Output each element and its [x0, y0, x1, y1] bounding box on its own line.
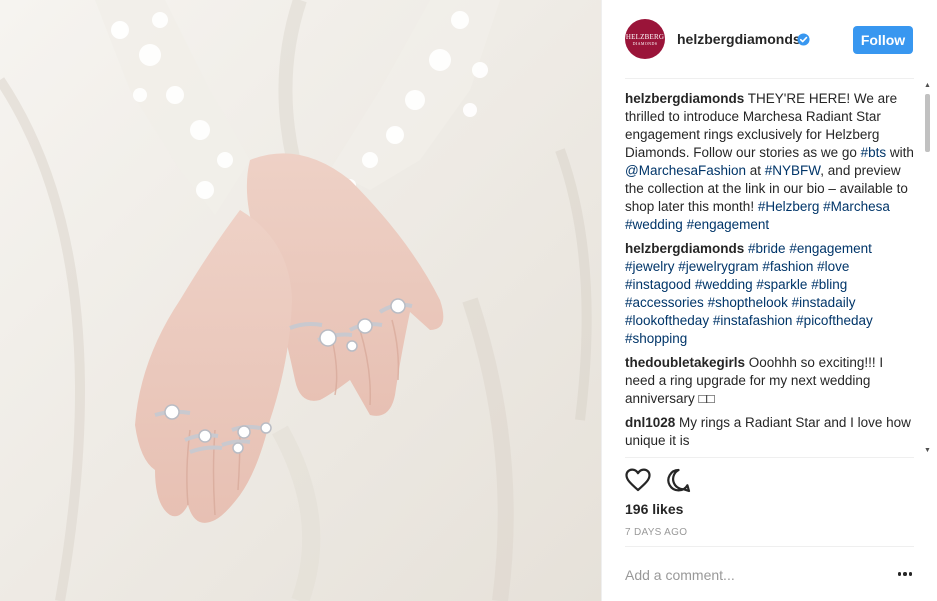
- comment-item: thedoubletakegirls Ooohhh so exciting!!!…: [625, 354, 914, 408]
- hashtag-link[interactable]: #accessories: [625, 295, 704, 310]
- scroll-up-arrow-icon[interactable]: ▲: [922, 80, 933, 90]
- likes-count[interactable]: 196 likes: [625, 501, 683, 517]
- comment-item: dnl1028 My rings a Radiant Star and I lo…: [625, 414, 914, 450]
- hashtag-link[interactable]: #wedding: [625, 217, 683, 232]
- hashtag-link[interactable]: #shopthelook: [708, 295, 788, 310]
- add-comment-input[interactable]: [625, 566, 875, 584]
- post-actions: [625, 467, 725, 495]
- scroll-down-arrow-icon[interactable]: ▼: [922, 445, 933, 455]
- post-timestamp[interactable]: 7 DAYS AGO: [625, 527, 687, 538]
- scrollbar-thumb[interactable]: [925, 94, 930, 152]
- instagram-post: HELZBERG DIAMONDS helzbergdiamonds Follo…: [0, 0, 937, 601]
- post-sidebar: HELZBERG DIAMONDS helzbergdiamonds Follo…: [601, 0, 937, 601]
- hashtag-link[interactable]: #lookoftheday: [625, 313, 709, 328]
- avatar-logo-line1: HELZBERG: [625, 32, 665, 41]
- hashtag-link[interactable]: #instafashion: [713, 313, 793, 328]
- hashtag-link[interactable]: #Marchesa: [823, 199, 890, 214]
- comment-item: helzbergdiamonds #bride #engagement #jew…: [625, 240, 914, 348]
- avatar-logo-line2: DIAMONDS: [632, 40, 658, 46]
- comment-username[interactable]: dnl1028: [625, 415, 675, 430]
- comment-icon[interactable]: [666, 468, 691, 493]
- post-photo-illustration: [0, 0, 601, 601]
- follow-button[interactable]: Follow: [853, 26, 913, 54]
- post-photo[interactable]: [0, 0, 601, 601]
- hashtag-link[interactable]: #instadaily: [792, 295, 856, 310]
- comment-username[interactable]: thedoubletakegirls: [625, 355, 745, 370]
- hashtag-link[interactable]: #love: [817, 259, 849, 274]
- comment-item: helzbergdiamonds THEY'RE HERE! We are th…: [625, 90, 914, 234]
- hashtag-link[interactable]: #shopping: [625, 331, 687, 346]
- actions-divider: [625, 546, 914, 547]
- hashtag-link[interactable]: #NYBFW: [765, 163, 821, 178]
- comments-list[interactable]: helzbergdiamonds THEY'RE HERE! We are th…: [625, 90, 914, 453]
- heart-icon[interactable]: [625, 468, 651, 492]
- hashtag-link[interactable]: #bling: [811, 277, 847, 292]
- comment-text: at: [746, 163, 765, 178]
- comments-scrollbar[interactable]: ▲ ▼: [922, 80, 933, 455]
- hashtag-link[interactable]: #Helzberg: [758, 199, 820, 214]
- username-link[interactable]: helzbergdiamonds: [677, 31, 801, 47]
- comment-username[interactable]: helzbergdiamonds: [625, 91, 744, 106]
- avatar[interactable]: HELZBERG DIAMONDS: [625, 19, 665, 59]
- post-header: HELZBERG DIAMONDS helzbergdiamonds Follo…: [602, 0, 937, 79]
- hashtag-link[interactable]: #fashion: [762, 259, 813, 274]
- hashtag-link[interactable]: #bride: [748, 241, 786, 256]
- comment-text: with: [886, 145, 914, 160]
- hashtag-link[interactable]: #sparkle: [756, 277, 807, 292]
- hashtag-link[interactable]: #engagement: [687, 217, 770, 232]
- hashtag-link[interactable]: #engagement: [789, 241, 872, 256]
- mention-link[interactable]: @MarchesaFashion: [625, 163, 746, 178]
- comment-username[interactable]: helzbergdiamonds: [625, 241, 744, 256]
- verified-badge-icon: [797, 33, 810, 46]
- hashtag-link[interactable]: #jewelrygram: [678, 259, 758, 274]
- header-divider: [625, 78, 914, 79]
- comments-divider: [625, 457, 914, 458]
- hashtag-link[interactable]: #picoftheday: [796, 313, 873, 328]
- hashtag-link[interactable]: #instagood: [625, 277, 691, 292]
- hashtag-link[interactable]: #wedding: [695, 277, 753, 292]
- hashtag-link[interactable]: #bts: [861, 145, 887, 160]
- more-options-icon[interactable]: [895, 568, 915, 580]
- hashtag-link[interactable]: #jewelry: [625, 259, 675, 274]
